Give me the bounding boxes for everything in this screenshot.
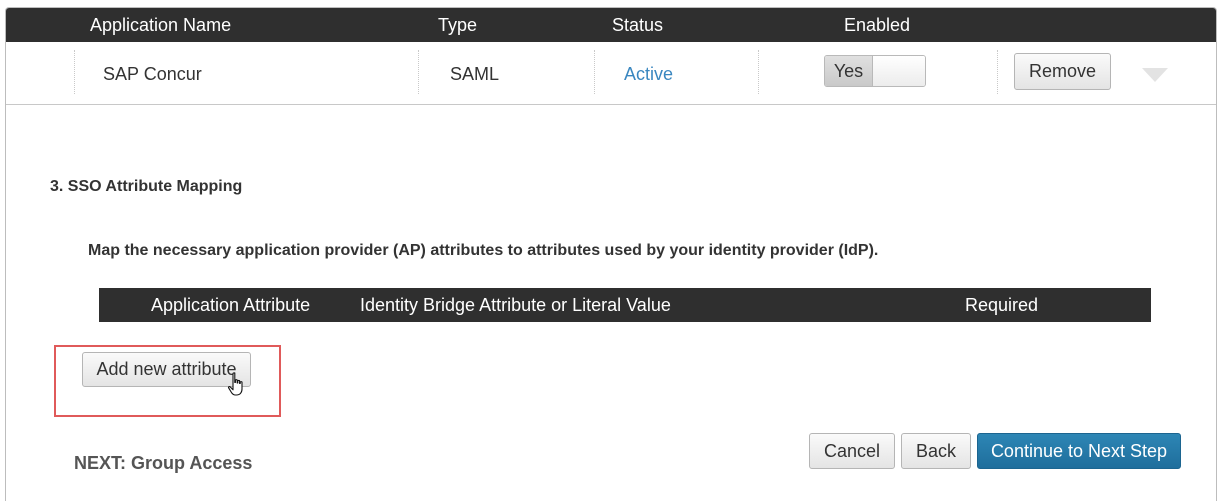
section-title: 3. SSO Attribute Mapping <box>50 178 243 195</box>
toggle-knob[interactable] <box>873 56 925 86</box>
mapping-instructions: Map the necessary application provider (… <box>88 242 879 259</box>
remove-button[interactable]: Remove <box>1014 53 1111 90</box>
application-row[interactable]: SAP Concur SAML Active Yes Remove <box>6 42 1216 105</box>
back-button[interactable]: Back <box>901 433 971 469</box>
col-identity-bridge-attribute: Identity Bridge Attribute or Literal Val… <box>360 295 671 315</box>
application-type: SAML <box>450 64 500 84</box>
continue-to-next-step-button[interactable]: Continue to Next Step <box>977 433 1181 469</box>
next-step-label: NEXT: Group Access <box>74 453 253 473</box>
col-status: Status <box>612 15 664 35</box>
enabled-toggle-label: Yes <box>825 56 873 86</box>
hand-pointer-cursor-icon <box>227 372 243 396</box>
col-enabled: Enabled <box>844 15 911 35</box>
application-panel: Application Name Type Status Enabled SAP… <box>5 7 1217 501</box>
column-divider <box>758 50 759 94</box>
cancel-button[interactable]: Cancel <box>809 433 895 469</box>
application-name: SAP Concur <box>103 64 202 84</box>
column-divider <box>594 50 595 94</box>
attribute-table-header: Application Attribute Identity Bridge At… <box>99 288 1151 322</box>
enabled-toggle[interactable]: Yes <box>824 55 926 87</box>
col-application-name: Application Name <box>90 15 232 35</box>
caret-down-icon[interactable] <box>1142 68 1168 82</box>
applications-table-header: Application Name Type Status Enabled <box>6 8 1216 42</box>
column-divider <box>997 50 998 94</box>
column-divider <box>74 50 75 94</box>
col-type: Type <box>438 15 478 35</box>
add-new-attribute-button[interactable]: Add new attribute <box>82 352 251 387</box>
status-badge: Active <box>624 64 674 84</box>
col-required: Required <box>965 295 1039 315</box>
col-application-attribute: Application Attribute <box>151 295 311 315</box>
column-divider <box>418 50 419 94</box>
